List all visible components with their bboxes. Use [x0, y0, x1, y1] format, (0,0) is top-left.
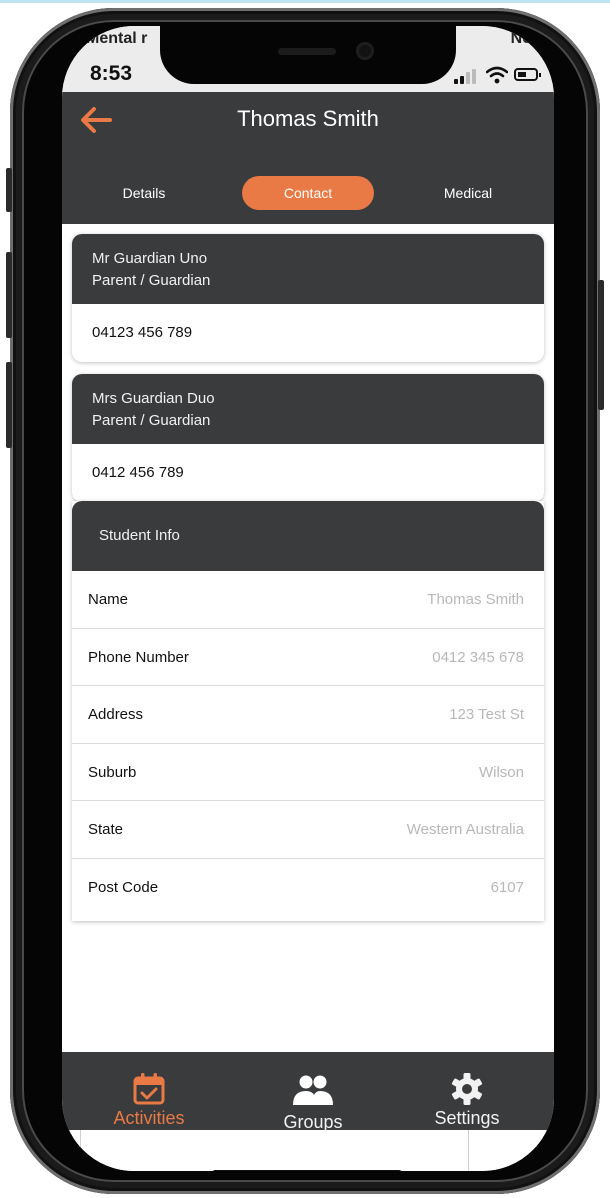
tab-contact[interactable]: Contact: [242, 176, 374, 210]
tab-medical[interactable]: Medical: [418, 176, 518, 210]
carrier-label: Mental r: [86, 30, 148, 47]
nav-label: Settings: [434, 1108, 500, 1128]
tab-details[interactable]: Details: [94, 176, 194, 210]
guardian-role: Parent / Guardian: [92, 272, 211, 289]
tab-bar: Details Contact Medical: [62, 176, 554, 210]
guardian-role: Parent / Guardian: [92, 412, 211, 429]
info-row-phone: Phone Number 0412 345 678: [72, 629, 544, 686]
guardian-card-header: Mr Guardian Uno Parent / Guardian: [72, 234, 544, 304]
info-label: Phone Number: [88, 648, 189, 666]
guardian-card: Mr Guardian Uno Parent / Guardian 04123 …: [72, 234, 544, 362]
battery-icon: [514, 68, 541, 81]
divider: [468, 1130, 469, 1171]
info-value: 6107: [490, 878, 524, 896]
status-bar: Mental r No 8:53: [62, 26, 554, 92]
info-label: Name: [88, 591, 129, 608]
speaker-grille: [278, 48, 336, 55]
app-header: Thomas Smith Details Contact Medical: [62, 92, 554, 224]
guardian-card-header: Mrs Guardian Duo Parent / Guardian: [72, 374, 544, 444]
side-button-volume-down: [6, 362, 12, 448]
nav-settings[interactable]: Settings: [402, 1052, 532, 1130]
guardian-name: Mrs Guardian Duo: [92, 390, 215, 407]
guardian-name: Mr Guardian Uno: [92, 250, 208, 267]
phone-screen: Mental r No 8:53 Thomas Smith Details Co…: [62, 26, 554, 1171]
info-value: Thomas Smith: [427, 591, 524, 608]
info-value: Western Australia: [406, 821, 524, 838]
info-label: State: [88, 821, 124, 838]
bottom-nav: Activities Groups Settings: [62, 1052, 554, 1132]
info-value: 0412 345 678: [432, 648, 524, 666]
nav-groups[interactable]: Groups: [248, 1052, 378, 1132]
calendar-check-icon: [133, 1073, 165, 1105]
nav-label: Activities: [113, 1108, 185, 1128]
home-indicator[interactable]: [212, 1170, 402, 1171]
guardian-card: Mrs Guardian Duo Parent / Guardian 0412 …: [72, 374, 544, 502]
info-row-state: State Western Australia: [72, 801, 544, 859]
info-value: 123 Test St: [449, 706, 524, 723]
guardian-phone[interactable]: 0412 456 789: [72, 444, 544, 502]
info-label: Suburb: [88, 763, 137, 781]
status-time: 8:53: [90, 62, 133, 85]
nav-activities[interactable]: Activities: [84, 1052, 214, 1130]
info-row-suburb: Suburb Wilson: [72, 744, 544, 801]
background-under-nav: [62, 1130, 554, 1171]
wifi-icon: [486, 66, 508, 84]
info-row-name: Name Thomas Smith: [72, 571, 544, 629]
front-camera: [356, 42, 374, 60]
gear-icon: [451, 1073, 483, 1105]
carrier-label-right: No: [510, 30, 532, 47]
student-info-heading: Student Info: [72, 501, 544, 571]
users-icon: [293, 1075, 333, 1105]
notch: [160, 26, 456, 84]
signal-icon: [454, 68, 484, 84]
info-row-postcode: Post Code 6107: [72, 859, 544, 917]
page-title: Thomas Smith: [237, 106, 379, 131]
student-info-card: Student Info Name Thomas Smith Phone Num…: [72, 501, 544, 921]
guardian-phone[interactable]: 04123 456 789: [72, 304, 544, 362]
side-button-volume-up: [6, 252, 12, 338]
top-strip: [0, 0, 610, 3]
side-button-power: [598, 280, 604, 410]
divider: [80, 1130, 81, 1171]
info-label: Post Code: [88, 878, 159, 896]
info-row-address: Address 123 Test St: [72, 686, 544, 744]
info-value: Wilson: [478, 763, 524, 781]
info-label: Address: [88, 706, 144, 723]
side-button-mute: [6, 168, 12, 212]
